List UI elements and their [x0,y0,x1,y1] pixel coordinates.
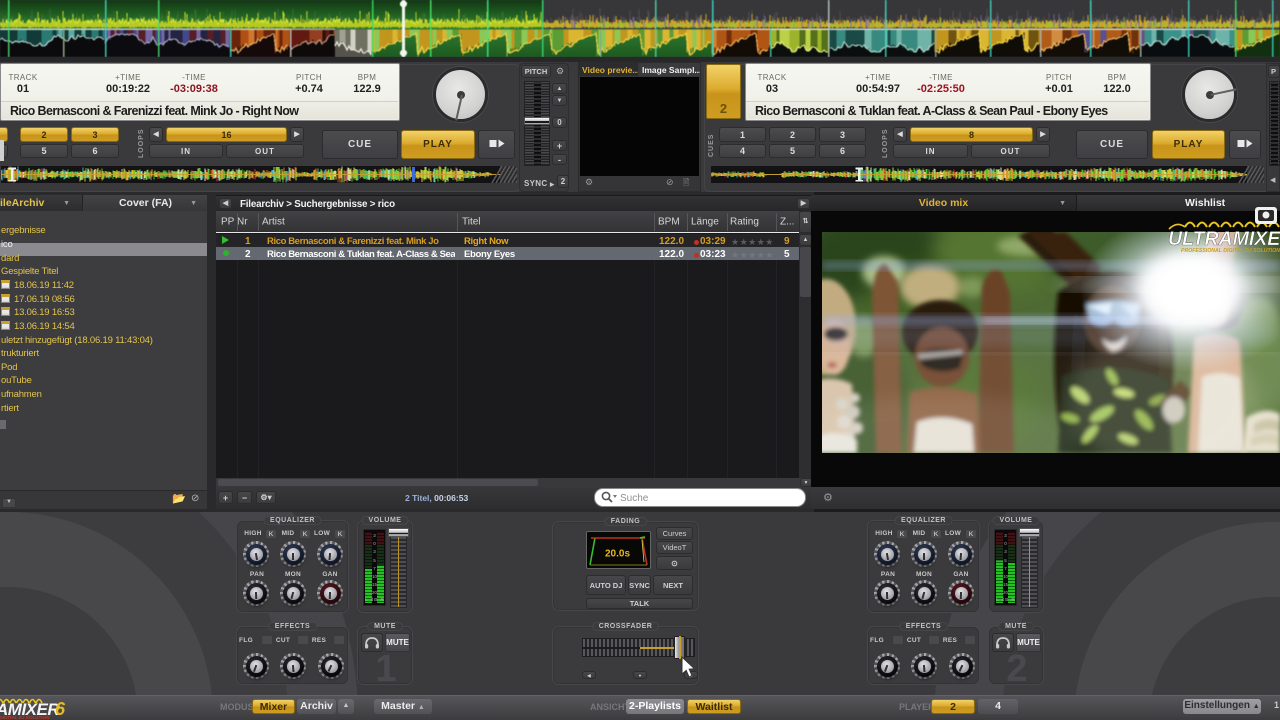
svg-text:6: 6 [55,699,66,719]
svg-text:20.0s: 20.0s [605,549,630,560]
svg-text:PROFESSIONAL DIGITAL DJ SOLUTI: PROFESSIONAL DIGITAL DJ SOLUTION [1181,248,1280,254]
svg-text:PROFESSIONAL DIGITAL DJ SOLUTI: PROFESSIONAL DIGITAL DJ SOLUTION [0,715,50,720]
svg-text:ULTRAMIXER: ULTRAMIXER [1168,228,1280,250]
